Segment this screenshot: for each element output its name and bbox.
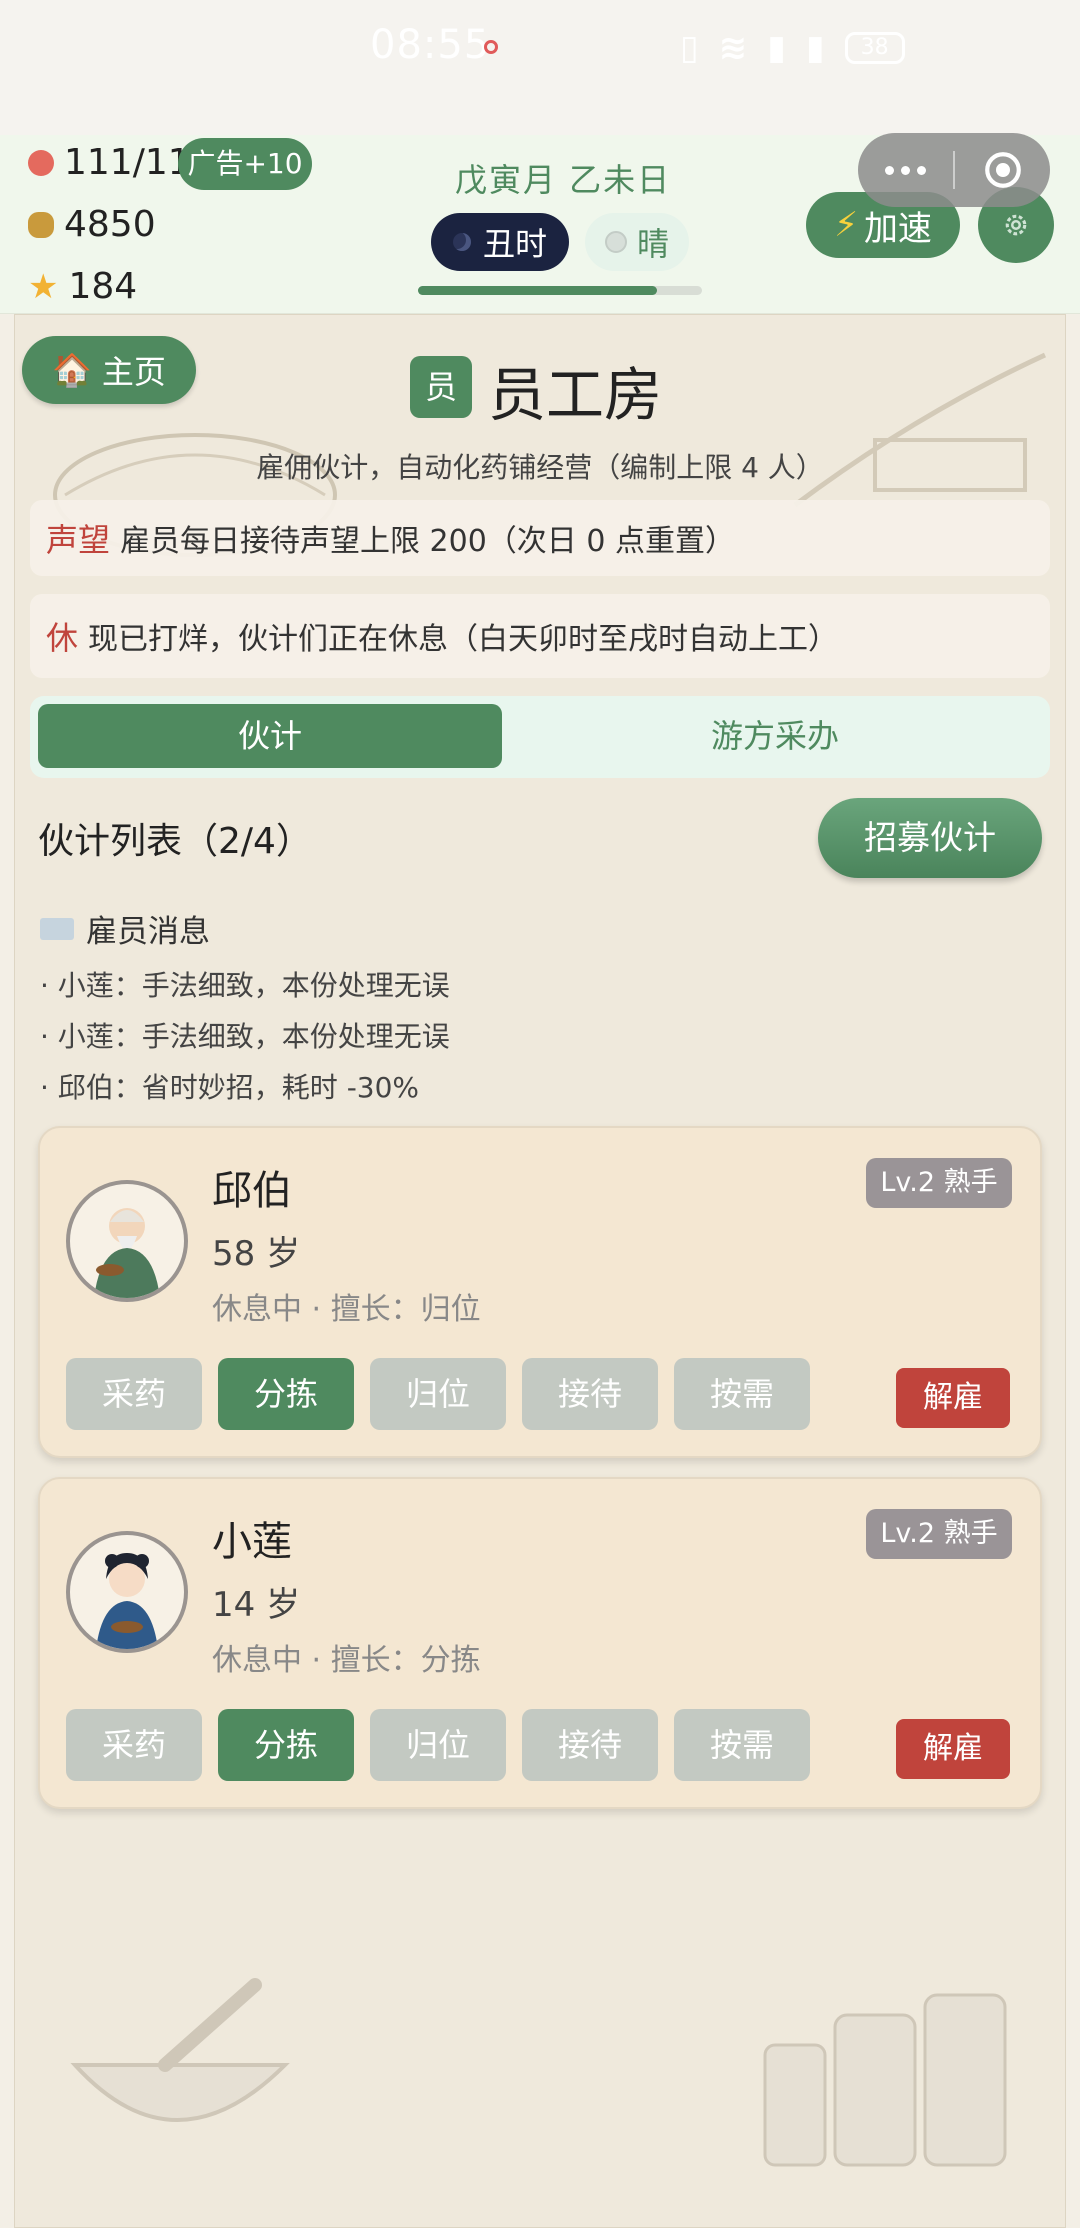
day-progress-fill (418, 286, 657, 295)
close-miniprogram-button[interactable] (955, 133, 1050, 207)
task-buttons: 采药 分拣 归位 接待 按需 (66, 1709, 810, 1781)
avatar (66, 1531, 188, 1653)
worker-name: 邱伯 (212, 1168, 292, 1214)
stars-value: 184 (68, 266, 138, 307)
notice-text: 现已打烊，伙计们正在休息（白天卯时至戌时自动上工） (88, 622, 839, 657)
more-options-button[interactable] (858, 133, 953, 207)
weather-label: 晴 (636, 225, 669, 263)
worker-card: 邱伯 58 岁 休息中 · 擅长：归位 Lv.2 熟手 采药 分拣 归位 接待 … (38, 1126, 1042, 1458)
coins-row: 4850 (28, 204, 156, 245)
gear-icon (1005, 214, 1027, 236)
coins-value: 4850 (64, 204, 156, 245)
task-on-demand-button[interactable]: 按需 (674, 1358, 810, 1430)
status-time: 08:55 (370, 22, 491, 68)
ad-bonus-button[interactable]: 广告+10 (178, 138, 312, 190)
recording-indicator-icon (484, 40, 498, 54)
weather-pill: 晴 (585, 213, 689, 271)
page-subtitle: 雇佣伙计，自动化药铺经营（编制上限 4 人） (256, 451, 824, 484)
message-item: · 小莲：手法细致，本份处理无误 (40, 969, 450, 1002)
status-icons: ▯ ≋ ▮ ▮ 38 (680, 26, 905, 70)
fire-worker-button[interactable]: 解雇 (896, 1368, 1010, 1428)
weather-icon (604, 231, 627, 253)
stamina-icon (28, 149, 54, 176)
wifi-icon: ≋ (718, 28, 748, 68)
worker-status: 休息中 · 擅长：归位 (212, 1292, 481, 1327)
task-gather-button[interactable]: 采药 (66, 1358, 202, 1430)
home-icon: 🏠 (52, 351, 92, 389)
miniprogram-capsule (858, 133, 1050, 207)
girl-avatar-icon (96, 1553, 158, 1649)
tab-traveling-buyers[interactable]: 游方采办 (510, 704, 1040, 768)
star-icon: ★ (28, 266, 59, 307)
notice-tag: 休 (46, 619, 79, 657)
more-dot-icon (917, 165, 926, 175)
tree-branch-illustration-icon (793, 352, 1047, 508)
level-badge: Lv.2 熟手 (866, 1158, 1012, 1208)
worker-status: 休息中 · 擅长：分拣 (212, 1643, 481, 1678)
fire-worker-button[interactable]: 解雇 (896, 1719, 1010, 1779)
day-progress-bar (418, 286, 702, 295)
target-icon (984, 152, 1021, 188)
notice-tag: 声望 (46, 521, 111, 559)
task-buttons: 采药 分拣 归位 接待 按需 (66, 1358, 810, 1430)
rest-notice: 休 现已打烊，伙计们正在休息（白天卯时至戌时自动上工） (30, 594, 1050, 678)
recruit-worker-button[interactable]: 招募伙计 (818, 798, 1042, 878)
shichen-label: 丑时 (482, 225, 547, 263)
battery-icon: 38 (844, 32, 905, 64)
avatar (66, 1180, 188, 1302)
worker-name: 小莲 (212, 1519, 292, 1565)
task-shelve-button[interactable]: 归位 (370, 1709, 506, 1781)
task-shelve-button[interactable]: 归位 (370, 1358, 506, 1430)
lightning-icon: ⚡ (834, 205, 858, 245)
task-sort-button[interactable]: 分拣 (218, 1709, 354, 1781)
task-reception-button[interactable]: 接待 (522, 1709, 658, 1781)
medicine-jars-illustration-icon (763, 1993, 1007, 2167)
task-reception-button[interactable]: 接待 (522, 1358, 658, 1430)
tab-bar: 伙计 游方采办 (30, 696, 1050, 778)
reputation-notice: 声望 雇员每日接待声望上限 200（次日 0 点重置） (30, 500, 1050, 576)
stars-row: ★ 184 (28, 266, 137, 307)
title-badge: 员 (410, 356, 472, 418)
status-bar (0, 0, 1080, 135)
worker-list-title: 伙计列表（2/4） (38, 821, 312, 862)
more-dot-icon (901, 165, 910, 175)
worker-age: 58 岁 (212, 1234, 301, 1274)
worker-age: 14 岁 (212, 1585, 301, 1625)
signal-5g-icon: ▮ (805, 28, 825, 68)
more-dot-icon (885, 165, 894, 175)
home-label: 主页 (101, 353, 166, 391)
message-item: · 小莲：手法细致，本份处理无误 (40, 1020, 450, 1053)
message-item: · 邱伯：省时妙招，耗时 -30% (40, 1071, 420, 1104)
speed-up-label: 加速 (863, 208, 932, 249)
task-on-demand-button[interactable]: 按需 (674, 1709, 810, 1781)
moon-icon (452, 233, 471, 251)
signal-icon: ▮ (767, 28, 786, 68)
home-button[interactable]: 🏠 主页 (22, 336, 196, 404)
task-gather-button[interactable]: 采药 (66, 1709, 202, 1781)
coin-icon (28, 211, 54, 238)
task-sort-button[interactable]: 分拣 (218, 1358, 354, 1430)
shichen-pill: 丑时 (431, 213, 569, 271)
vibrate-icon: ▯ (680, 28, 699, 68)
level-badge: Lv.2 熟手 (866, 1509, 1012, 1559)
messages-header: 雇员消息 (40, 906, 210, 951)
page-title: 员工房 (488, 361, 663, 429)
mortar-pestle-illustration-icon (70, 1978, 290, 2122)
old-man-avatar-icon (94, 1208, 160, 1298)
envelope-icon (40, 917, 74, 940)
lunar-date: 戊寅月 乙未日 (455, 161, 672, 199)
worker-card: 小莲 14 岁 休息中 · 擅长：分拣 Lv.2 熟手 采药 分拣 归位 接待 … (38, 1477, 1042, 1809)
messages-title: 雇员消息 (86, 914, 210, 950)
notice-text: 雇员每日接待声望上限 200（次日 0 点重置） (120, 524, 735, 559)
tab-workers[interactable]: 伙计 (38, 704, 502, 768)
